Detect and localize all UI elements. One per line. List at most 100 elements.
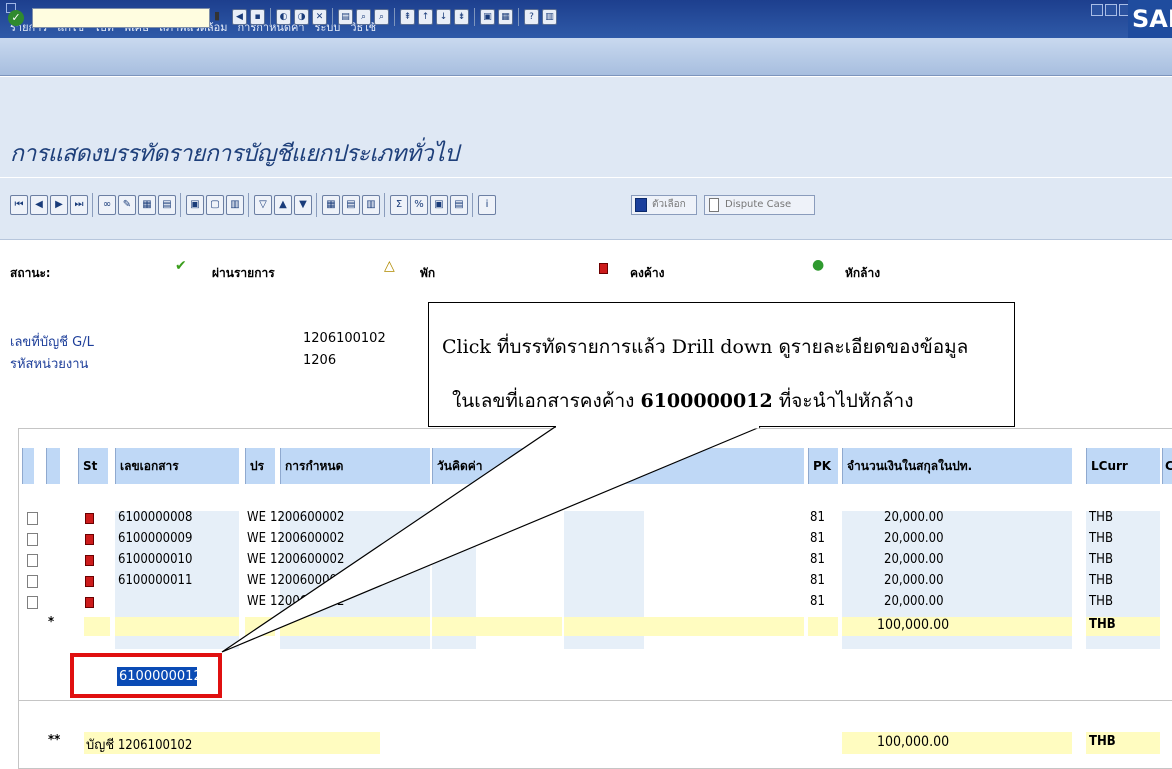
header-amount[interactable]: จำนวนเงินในสกุลในปท. (842, 448, 1072, 484)
document-icon (709, 198, 719, 212)
previous-item-icon[interactable]: ◀ (30, 195, 48, 215)
header-select-col[interactable] (22, 448, 34, 484)
row-checkbox[interactable] (27, 533, 38, 546)
subtotal-cell (564, 617, 804, 636)
assignment: 1200600002 (270, 552, 345, 567)
document-icon[interactable]: ▤ (158, 195, 176, 215)
total-marker: ** (48, 733, 61, 748)
callout-text-line2: ในเลขที่เอกสารคงค้าง 6100000012 ที่จะนำไ… (452, 386, 913, 416)
subtotal-cell (115, 617, 239, 636)
posting-key: 81 (810, 573, 825, 588)
total-label: บัญชี 1206100102 (86, 738, 193, 753)
header-local-currency[interactable]: LCurr (1086, 448, 1160, 484)
select-all-icon[interactable]: ▣ (186, 195, 204, 215)
company-label: รหัสหน่วยงาน (10, 357, 89, 372)
sort-descending-icon[interactable]: ▼ (294, 195, 312, 215)
first-page-icon[interactable]: ⇞ (400, 9, 415, 25)
cancel-icon[interactable]: ✕ (312, 9, 327, 25)
back-icon[interactable]: ◐ (276, 9, 291, 25)
deselect-icon[interactable]: ▢ (206, 195, 224, 215)
save-icon[interactable]: ▪ (250, 9, 265, 25)
subtotal-icon[interactable]: % (410, 195, 428, 215)
selection-icon (635, 198, 647, 212)
sap-logo: SAP (1128, 0, 1172, 38)
amount: 20,000.00 (884, 510, 944, 525)
document-number[interactable]: 6100000011 (118, 573, 192, 588)
legend-cleared: ผ่านรายการ (212, 266, 275, 280)
command-field[interactable] (32, 8, 210, 28)
header-marker-col[interactable] (46, 448, 60, 484)
choose-layout-icon[interactable]: ▤ (342, 195, 360, 215)
exit-icon[interactable]: ◑ (294, 9, 309, 25)
dispute-case-button[interactable]: Dispute Case (704, 195, 815, 215)
info-icon[interactable]: i (478, 195, 496, 215)
selection-button[interactable]: ตัวเลือก (631, 195, 697, 215)
document-number[interactable]: 6100000010 (118, 552, 192, 567)
shortcut-icon[interactable]: ▦ (498, 9, 513, 25)
account-label: เลขที่บัญชี G/L (10, 335, 94, 350)
subtotal-amount: 100,000.00 (877, 617, 950, 633)
document-number[interactable]: 6100000008 (118, 510, 192, 525)
find-icon[interactable]: ⌕ (356, 9, 371, 25)
print-preview-icon[interactable]: ▤ (450, 195, 468, 215)
standard-toolbar (0, 38, 1172, 76)
open-status-icon (85, 534, 94, 545)
assignment: 1200600002 (270, 573, 345, 588)
print-icon[interactable]: ▤ (338, 9, 353, 25)
filter-icon[interactable]: ▽ (254, 195, 272, 215)
last-page-icon[interactable]: ⇟ (454, 9, 469, 25)
header-text[interactable] (564, 448, 804, 484)
sum-icon[interactable]: Σ (390, 195, 408, 215)
header-value-date[interactable]: วันคิดค่า (432, 448, 562, 484)
amount: 20,000.00 (884, 594, 944, 609)
change-layout-icon[interactable]: ▦ (322, 195, 340, 215)
first-item-icon[interactable]: ⏮ (10, 195, 28, 215)
posting-key: 81 (810, 510, 825, 525)
next-page-icon[interactable]: ↓ (436, 9, 451, 25)
currency: THB (1089, 573, 1113, 588)
create-session-icon[interactable]: ▣ (480, 9, 495, 25)
command-history-icon[interactable]: ▮ (214, 9, 224, 25)
subtotal-marker: * (48, 615, 55, 630)
sort-ascending-icon[interactable]: ▲ (274, 195, 292, 215)
posting-key: 81 (810, 552, 825, 567)
back-arrow-icon[interactable]: ◀ (232, 9, 247, 25)
enter-check-icon[interactable]: ✓ (8, 10, 24, 26)
row-checkbox[interactable] (27, 575, 38, 588)
detail-view-icon[interactable]: ▥ (226, 195, 244, 215)
header-document[interactable]: เลขเอกสาร (115, 448, 239, 484)
header-assignment[interactable]: การกำหนด (280, 448, 430, 484)
last-item-icon[interactable]: ⏭ (70, 195, 88, 215)
open-status-icon (85, 576, 94, 587)
next-item-icon[interactable]: ▶ (50, 195, 68, 215)
header-status[interactable]: St (78, 448, 108, 484)
minimize-icon[interactable] (1091, 4, 1103, 16)
layout-menu-icon[interactable]: ▥ (542, 9, 557, 25)
page-title: การแสดงบรรทัดรายการบัญชีแยกประเภททั่วไป (10, 141, 459, 167)
save-layout-icon[interactable]: ▥ (362, 195, 380, 215)
row-checkbox[interactable] (27, 596, 38, 609)
open-status-icon (85, 555, 94, 566)
document-number[interactable]: 6100000009 (118, 531, 192, 546)
currency: THB (1089, 510, 1113, 525)
warning-triangle-icon: △ (384, 258, 395, 274)
header-posting-key[interactable]: PK (808, 448, 838, 484)
details-icon[interactable]: ▦ (138, 195, 156, 215)
find-next-icon[interactable]: ⌕ (374, 9, 389, 25)
total-currency: THB (1089, 734, 1116, 749)
help-icon[interactable]: ? (524, 9, 539, 25)
previous-page-icon[interactable]: ↑ (418, 9, 433, 25)
header-extra[interactable]: Cl (1162, 448, 1172, 484)
maximize-icon[interactable] (1105, 4, 1117, 16)
display-glasses-icon[interactable]: ∞ (98, 195, 116, 215)
divider (18, 700, 1172, 701)
row-checkbox[interactable] (27, 554, 38, 567)
export-icon[interactable]: ▣ (430, 195, 448, 215)
selected-document-number[interactable]: 6100000012 (117, 667, 202, 686)
header-type[interactable]: ปร (245, 448, 275, 484)
subtotal-cell (245, 617, 275, 636)
change-pencil-icon[interactable]: ✎ (118, 195, 136, 215)
row-checkbox[interactable] (27, 512, 38, 525)
amount: 20,000.00 (884, 552, 944, 567)
window-controls (1091, 4, 1131, 16)
